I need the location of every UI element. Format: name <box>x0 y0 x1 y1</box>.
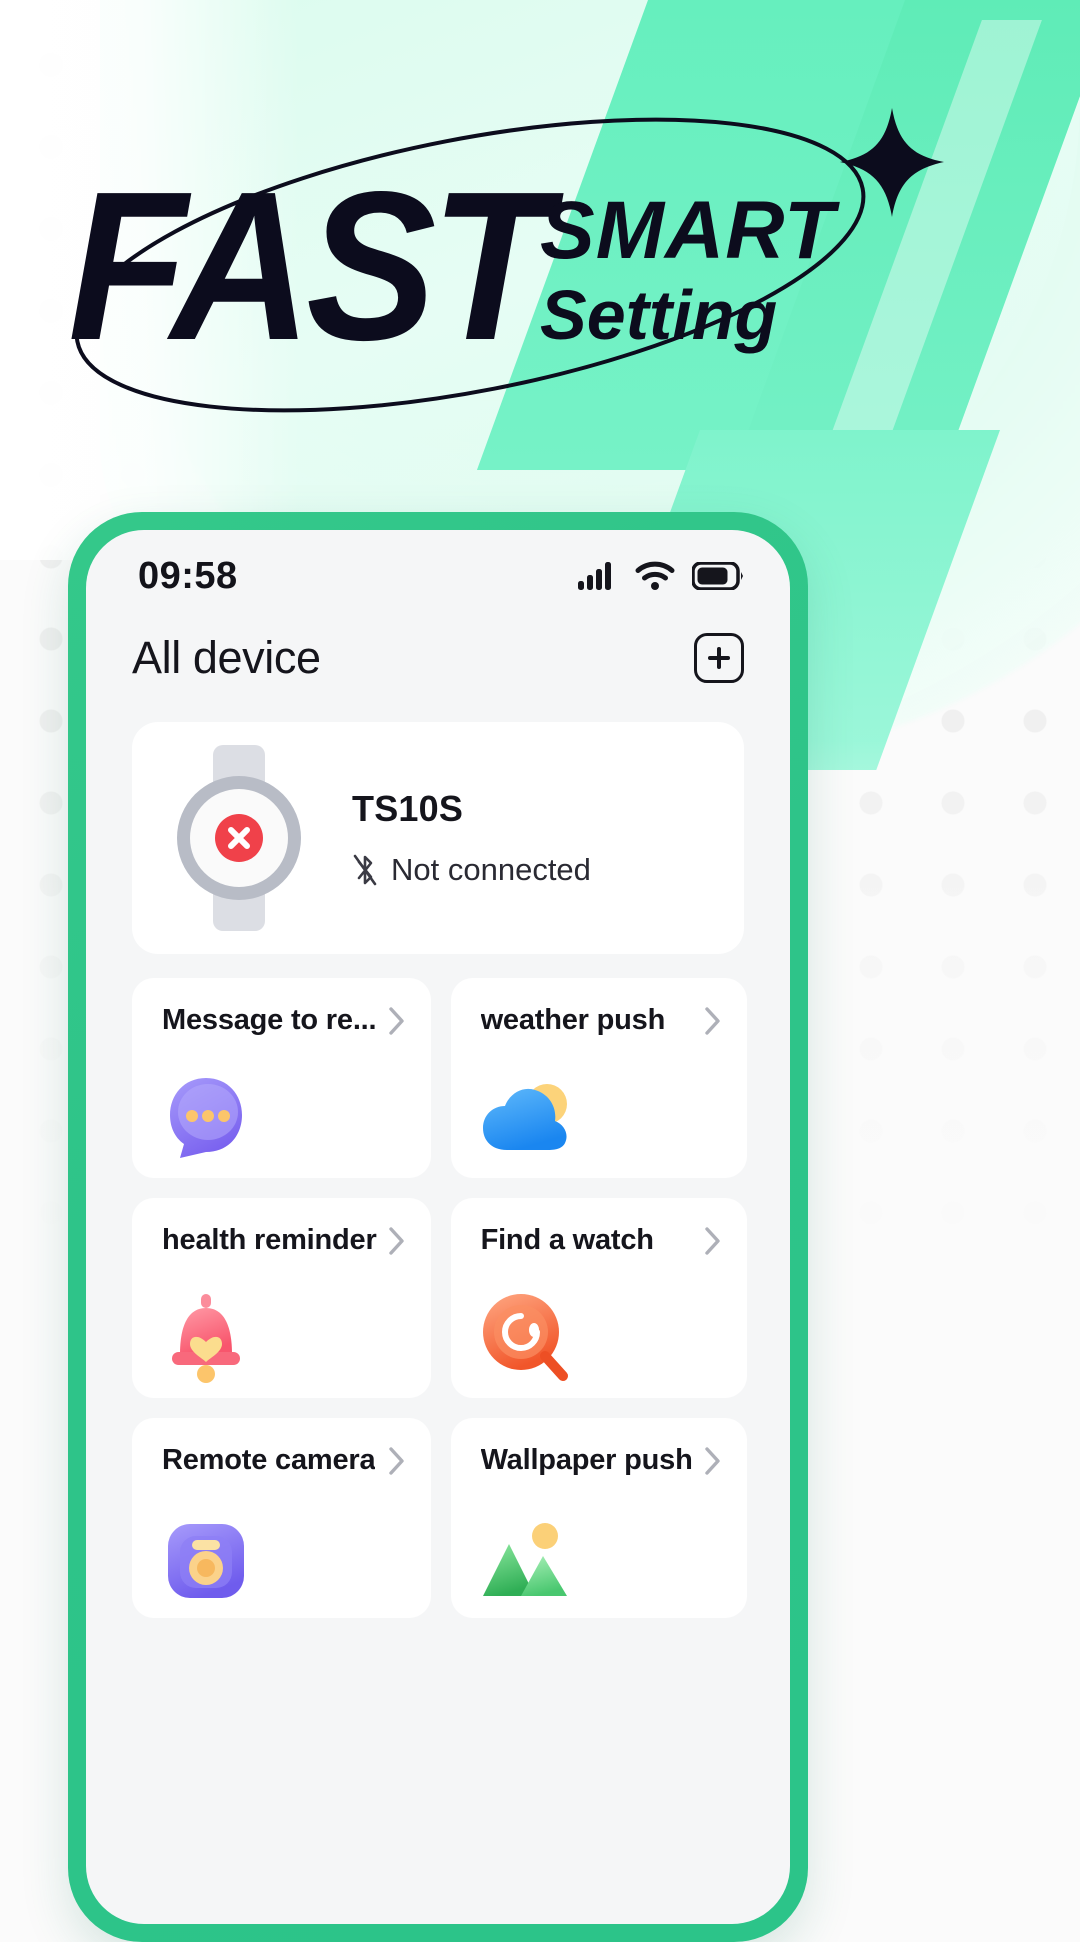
cellular-signal-icon <box>578 562 611 590</box>
feature-card-header: Message to re... <box>162 1004 407 1037</box>
cloud-sun-icon <box>482 1084 567 1150</box>
feature-card-find-watch[interactable]: Find a watch <box>450 1198 747 1398</box>
feature-label: weather push <box>480 1004 666 1036</box>
chevron-right-icon <box>704 1446 720 1475</box>
chevron-right-icon <box>704 1226 720 1255</box>
headline-sub-2: Setting <box>540 276 778 354</box>
chevron-right-icon <box>704 1006 720 1035</box>
chevron-right-icon <box>388 1446 404 1475</box>
feature-card-health[interactable]: health reminder <box>132 1198 431 1398</box>
feature-card-wallpaper[interactable]: Wallpaper push <box>450 1418 747 1618</box>
status-bar: 09:58 <box>86 530 790 622</box>
feature-card-header: Find a watch <box>481 1224 723 1257</box>
device-card[interactable]: TS10S Not connected <box>132 722 744 954</box>
feature-label: Remote camera <box>162 1444 376 1476</box>
feature-card-header: Remote camera <box>162 1444 407 1477</box>
feature-card-weather[interactable]: weather push <box>450 978 747 1178</box>
chevron-right-icon <box>388 1226 404 1255</box>
bluetooth-off-icon <box>353 854 377 886</box>
feature-label: Message to re... <box>162 1004 377 1036</box>
app-header: All device <box>86 622 790 684</box>
device-status: Not connected <box>352 852 591 888</box>
chevron-right-icon <box>388 1006 404 1035</box>
headline-main: FAST <box>68 147 550 384</box>
feature-label: Find a watch <box>480 1224 654 1256</box>
feature-card-remote-camera[interactable]: Remote camera <box>132 1418 431 1618</box>
page-title: All device <box>132 632 321 683</box>
phone-mockup: 09:58 All device TS10S Not connected Mes… <box>68 512 808 1942</box>
wifi-icon <box>635 561 675 590</box>
feature-label: Wallpaper push <box>480 1444 693 1476</box>
banner-headline: FAST SMART Setting <box>0 150 1080 440</box>
feature-card-message[interactable]: Message to re... <box>132 978 431 1178</box>
mountain-image-icon <box>482 1523 567 1596</box>
feature-card-header: health reminder <box>162 1224 407 1257</box>
headline-sub-1: SMART <box>540 185 836 276</box>
feature-grid: Message to re... weather push health rem… <box>132 978 747 1618</box>
device-name: TS10S <box>352 788 464 829</box>
bell-heart-icon <box>172 1294 240 1383</box>
device-info: TS10S Not connected <box>352 788 591 888</box>
smartwatch-icon <box>164 743 314 933</box>
phone-screen: 09:58 All device TS10S Not connected Mes… <box>86 530 790 1924</box>
find-watch-icon <box>482 1294 568 1381</box>
device-status-label: Not connected <box>391 852 591 887</box>
feature-card-header: Wallpaper push <box>481 1444 723 1477</box>
add-device-button[interactable] <box>694 633 744 683</box>
camera-icon <box>168 1524 244 1598</box>
feature-label: health reminder <box>162 1224 377 1256</box>
battery-icon <box>692 562 743 590</box>
feature-card-header: weather push <box>481 1004 723 1037</box>
status-clock: 09:58 <box>138 554 238 597</box>
chat-bubble-icon <box>170 1078 242 1158</box>
status-icons <box>578 561 744 591</box>
